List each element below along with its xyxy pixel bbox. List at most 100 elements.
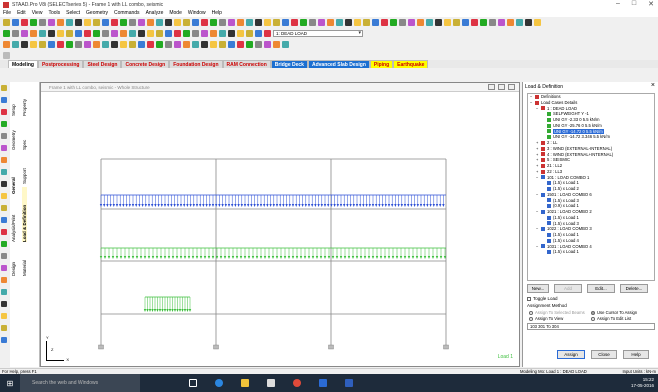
- toolbar-button-icon[interactable]: [12, 19, 19, 26]
- side-tool-icon[interactable]: [1, 289, 7, 295]
- toolbar-button-icon[interactable]: [435, 19, 442, 26]
- menu-commands[interactable]: Commands: [114, 10, 140, 16]
- toolbar-button-icon[interactable]: [174, 30, 181, 37]
- toolbar-button-icon[interactable]: [300, 19, 307, 26]
- toolbar-button-icon[interactable]: [228, 30, 235, 37]
- delete-button[interactable]: Delete...: [620, 284, 648, 293]
- toolbar-button-icon[interactable]: [156, 41, 163, 48]
- toolbar-button-icon[interactable]: [291, 19, 298, 26]
- toolbar-button-icon[interactable]: [210, 19, 217, 26]
- toolbar-button-icon[interactable]: [462, 19, 469, 26]
- toolbar-button-icon[interactable]: [480, 19, 487, 26]
- staad-taskbar-icon[interactable]: [310, 374, 336, 392]
- toolbar-button-icon[interactable]: [363, 19, 370, 26]
- toolbar-button-icon[interactable]: [165, 30, 172, 37]
- toolbar-button-icon[interactable]: [228, 19, 235, 26]
- toolbar-button-icon[interactable]: [381, 19, 388, 26]
- side-tool-icon[interactable]: [1, 337, 7, 343]
- toolbar-button-icon[interactable]: [102, 41, 109, 48]
- toolbar-button-icon[interactable]: [111, 41, 118, 48]
- toolbar-button-icon[interactable]: [102, 19, 109, 26]
- toolbar-button-icon[interactable]: [408, 19, 415, 26]
- menu-help[interactable]: Help: [212, 10, 222, 16]
- side-tool-icon[interactable]: [1, 265, 7, 271]
- toolbar-button-icon[interactable]: [39, 41, 46, 48]
- subtab-load-definition[interactable]: Load & Definition: [22, 187, 27, 242]
- toolbar-button-icon[interactable]: [39, 30, 46, 37]
- toolbar-button-icon[interactable]: [264, 30, 271, 37]
- toolbar-button-icon[interactable]: [399, 19, 406, 26]
- toolbar-button-icon[interactable]: [156, 19, 163, 26]
- toolbar-button-icon[interactable]: [273, 19, 280, 26]
- view-maximize-icon[interactable]: [498, 84, 505, 90]
- toolbar-button-icon[interactable]: [3, 19, 10, 26]
- menu-file[interactable]: File: [3, 10, 11, 16]
- toolbar-button-icon[interactable]: [471, 19, 478, 26]
- toolbar-button-icon[interactable]: [516, 19, 523, 26]
- toolbar-button-icon[interactable]: [237, 41, 244, 48]
- toolbar-button-icon[interactable]: [255, 19, 262, 26]
- structure-view-window[interactable]: Frame 1 with LL combo, seismic - Whole S…: [40, 82, 520, 367]
- toolbar-button-icon[interactable]: [129, 41, 136, 48]
- tree-node[interactable]: (1.5) x Load 1: [528, 249, 654, 255]
- toolbar-button-icon[interactable]: [534, 19, 541, 26]
- assign-selected-option[interactable]: Assign To Selected Beams: [529, 310, 585, 315]
- toolbar-button-icon[interactable]: [507, 19, 514, 26]
- minimize-icon[interactable]: –: [616, 0, 620, 8]
- toolbar-button-icon[interactable]: [57, 41, 64, 48]
- toolbar-button-icon[interactable]: [219, 19, 226, 26]
- toolbar-button-icon[interactable]: [282, 41, 289, 48]
- side-tool-icon[interactable]: [1, 181, 7, 187]
- tab-concrete-design[interactable]: Concrete Design: [121, 60, 170, 68]
- tree-expand-icon[interactable]: −: [536, 106, 540, 112]
- side-tool-icon[interactable]: [1, 85, 7, 91]
- subtab-property[interactable]: Property: [22, 86, 27, 116]
- side-tool-icon[interactable]: [1, 133, 7, 139]
- toolbar-button-icon[interactable]: [309, 19, 316, 26]
- subtab-spec[interactable]: Spec: [22, 120, 27, 150]
- menu-edit[interactable]: Edit: [17, 10, 26, 16]
- toolbar-button-icon[interactable]: [228, 41, 235, 48]
- toolbar-button-icon[interactable]: [417, 19, 424, 26]
- page-general[interactable]: General: [11, 154, 16, 194]
- side-tool-icon[interactable]: [1, 157, 7, 163]
- menu-window[interactable]: Window: [188, 10, 206, 16]
- toolbar-button-icon[interactable]: [273, 41, 280, 48]
- toolbar-button-icon[interactable]: [66, 19, 73, 26]
- toolbar-button-icon[interactable]: [39, 19, 46, 26]
- tree-expand-icon[interactable]: −: [536, 226, 540, 232]
- side-tool-icon[interactable]: [1, 325, 7, 331]
- word-icon[interactable]: [336, 374, 362, 392]
- toolbar-button-icon[interactable]: [120, 30, 127, 37]
- side-tool-icon[interactable]: [1, 301, 7, 307]
- tab-steel-design[interactable]: Steel Design: [83, 60, 122, 68]
- edge-icon[interactable]: [206, 374, 232, 392]
- toolbar-button-icon[interactable]: [345, 19, 352, 26]
- toolbar-button-icon[interactable]: [66, 30, 73, 37]
- toolbar-button-icon[interactable]: [129, 30, 136, 37]
- toolbar-button-icon[interactable]: [111, 30, 118, 37]
- help-button[interactable]: Help: [623, 350, 649, 359]
- toolbar-button-icon[interactable]: [165, 41, 172, 48]
- tree-expand-icon[interactable]: −: [530, 100, 534, 106]
- toolbar-button-icon[interactable]: [84, 19, 91, 26]
- toolbar-button-icon[interactable]: [120, 19, 127, 26]
- toolbar-button-icon[interactable]: [129, 19, 136, 26]
- toolbar-button-icon[interactable]: [327, 19, 334, 26]
- toolbar-button-icon[interactable]: [102, 30, 109, 37]
- toolbar-button-icon[interactable]: [21, 30, 28, 37]
- toolbar-button-icon[interactable]: [30, 19, 37, 26]
- toolbar-button-icon[interactable]: [147, 41, 154, 48]
- toolbar-button-icon[interactable]: [147, 30, 154, 37]
- panel-close-icon[interactable]: ×: [651, 82, 655, 89]
- menu-geometry[interactable]: Geometry: [86, 10, 108, 16]
- side-tool-icon[interactable]: [1, 313, 7, 319]
- use-cursor-option[interactable]: Use Cursor To Assign: [591, 310, 637, 315]
- toggle-load-checkbox[interactable]: [527, 296, 531, 301]
- assign-button[interactable]: Assign: [557, 350, 585, 359]
- toolbar-button-icon[interactable]: [75, 30, 82, 37]
- toolbar-button-icon[interactable]: [12, 30, 19, 37]
- toolbar-button-icon[interactable]: [255, 41, 262, 48]
- toolbar-button-icon[interactable]: [12, 41, 19, 48]
- close-icon[interactable]: ✕: [648, 0, 654, 8]
